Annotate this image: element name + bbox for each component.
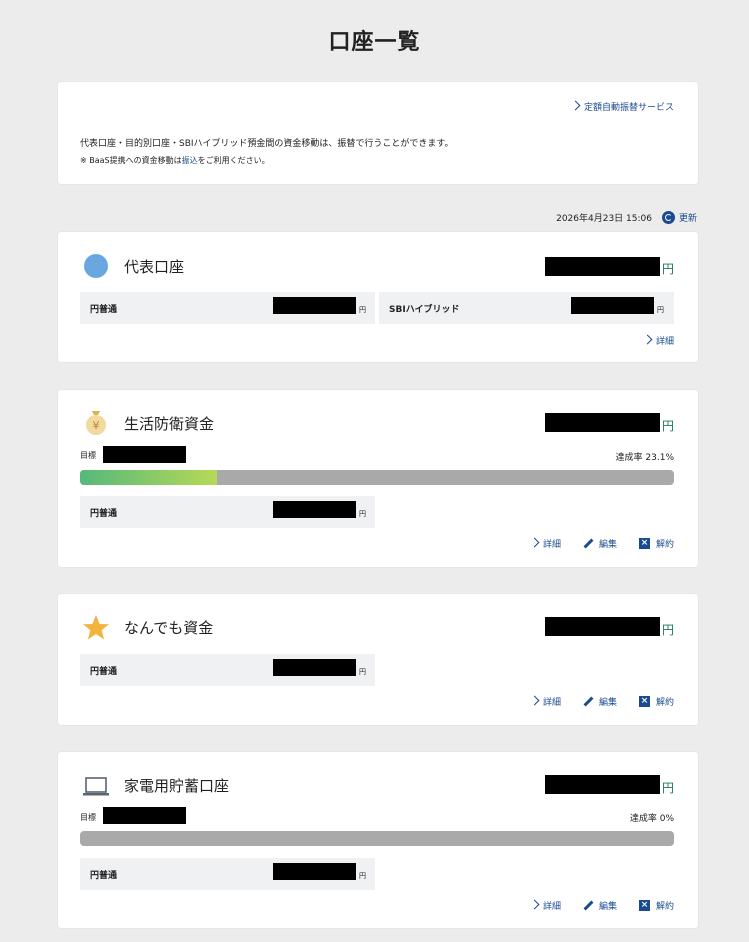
account-name: 代表口座: [124, 258, 185, 276]
goal-redacted: [103, 807, 186, 824]
info-note-prefix: ※ BaaS提携への資金移動は: [80, 156, 182, 165]
cancel-label: 解約: [655, 902, 674, 912]
sub-balance-redacted: [273, 659, 356, 676]
account-card-emergency: ¥ 生活防衛資金 円 目標 達成率 23.1% 円普通 円 詳細 編集 × 解約: [58, 390, 698, 567]
sub-balance-yen: 円: [657, 306, 664, 314]
account-name: なんでも資金: [124, 619, 214, 637]
goal-label: 目標: [80, 451, 96, 460]
laptop-icon: [83, 777, 109, 796]
pencil-icon: [583, 697, 593, 707]
sub-account-yen: 円普通 円: [80, 292, 375, 324]
detail-link[interactable]: 詳細: [642, 334, 674, 347]
info-note-suffix: をご利用ください。: [197, 156, 270, 165]
edit-link[interactable]: 編集: [583, 537, 617, 550]
sub-balance-redacted: [273, 297, 356, 314]
chevron-right-icon: [529, 899, 540, 910]
pencil-icon: [583, 539, 593, 549]
close-box-icon: ×: [638, 696, 650, 707]
account-card-main: 代表口座 円 円普通 円 SBIハイブリッド 円 詳細: [58, 232, 698, 362]
balance-yen: 円: [661, 623, 674, 637]
achievement-rate: 達成率 23.1%: [615, 453, 674, 463]
star-icon: [83, 615, 109, 640]
sub-balance-yen: 円: [359, 306, 366, 314]
account-card-appliance: 家電用貯蓄口座 円 目標 達成率 0% 円普通 円 詳細 編集 × 解約: [58, 752, 698, 928]
goal-redacted: [103, 446, 186, 463]
chevron-right-icon: [529, 695, 540, 706]
balance-redacted: [545, 775, 660, 794]
progress-bar: [80, 470, 674, 485]
account-name: 家電用貯蓄口座: [124, 777, 230, 795]
progress-bar: [80, 831, 674, 846]
cancel-link[interactable]: × 解約: [638, 899, 674, 912]
sub-balance-yen: 円: [359, 668, 366, 676]
sub-balance-redacted: [273, 501, 356, 518]
blue-circle-icon: [84, 254, 108, 278]
balance-redacted: [545, 413, 660, 432]
account-actions: 詳細 編集 × 解約: [529, 899, 674, 912]
cancel-link[interactable]: × 解約: [638, 537, 674, 550]
close-box-icon: ×: [638, 900, 650, 911]
close-box-icon: ×: [638, 538, 650, 549]
cancel-label: 解約: [655, 540, 674, 550]
info-card: 定額自動振替サービス 代表口座・目的別口座・SBIハイブリッド預金間の資金移動は…: [58, 82, 698, 184]
sub-account-label: 円普通: [90, 871, 118, 881]
cancel-link[interactable]: × 解約: [638, 695, 674, 708]
sub-balance-redacted: [273, 863, 356, 880]
detail-link[interactable]: 詳細: [529, 695, 561, 708]
chevron-right-icon: [642, 334, 653, 345]
detail-label: 詳細: [542, 698, 561, 708]
detail-link[interactable]: 詳細: [529, 537, 561, 550]
account-actions: 詳細 編集 × 解約: [529, 537, 674, 550]
edit-label: 編集: [598, 540, 617, 550]
account-card-anything: なんでも資金 円 円普通 円 詳細 編集 × 解約: [58, 594, 698, 725]
edit-label: 編集: [598, 902, 617, 912]
edit-link[interactable]: 編集: [583, 695, 617, 708]
sub-account-label: 円普通: [90, 305, 118, 315]
detail-label: 詳細: [542, 902, 561, 912]
auto-transfer-service-link[interactable]: 定額自動振替サービス: [570, 100, 674, 113]
sub-balance-redacted: [571, 297, 654, 314]
sub-account-yen: 円普通 円: [80, 858, 375, 890]
chevron-right-icon: [529, 537, 540, 548]
auto-transfer-service-label: 定額自動振替サービス: [583, 103, 674, 113]
refresh-button[interactable]: 更新: [679, 211, 697, 224]
furikomi-link[interactable]: 振込: [182, 156, 198, 165]
goal-label: 目標: [80, 813, 96, 822]
refresh-icon[interactable]: [661, 211, 675, 224]
pencil-icon: [583, 901, 593, 911]
account-actions: 詳細 編集 × 解約: [529, 695, 674, 708]
balance-yen: 円: [661, 262, 674, 276]
edit-link[interactable]: 編集: [583, 899, 617, 912]
svg-text:¥: ¥: [93, 419, 100, 432]
sub-account-label: 円普通: [90, 509, 118, 519]
info-note: ※ BaaS提携への資金移動は振込をご利用ください。: [80, 155, 270, 166]
detail-label: 詳細: [655, 337, 674, 347]
progress-fill: [80, 470, 218, 485]
money-bag-icon: ¥: [86, 411, 106, 435]
sub-balance-yen: 円: [359, 510, 366, 518]
update-row: 2026年4月23日 15:06 更新: [556, 211, 697, 224]
sub-balance-yen: 円: [359, 872, 366, 880]
detail-label: 詳細: [542, 540, 561, 550]
sub-account-label: SBIハイブリッド: [389, 305, 460, 315]
update-timestamp: 2026年4月23日 15:06: [556, 214, 652, 224]
info-text: 代表口座・目的別口座・SBIハイブリッド預金間の資金移動は、振替で行うことができ…: [80, 139, 454, 149]
account-name: 生活防衛資金: [124, 415, 215, 433]
sub-account-yen: 円普通 円: [80, 496, 375, 528]
sub-account-label: 円普通: [90, 667, 118, 677]
achievement-rate: 達成率 0%: [629, 814, 674, 824]
page-title: 口座一覧: [328, 30, 421, 55]
sub-account-hybrid: SBIハイブリッド 円: [379, 292, 674, 324]
detail-link[interactable]: 詳細: [529, 899, 561, 912]
edit-label: 編集: [598, 698, 617, 708]
cancel-label: 解約: [655, 698, 674, 708]
chevron-right-icon: [570, 100, 581, 111]
account-actions: 詳細: [642, 334, 674, 347]
balance-yen: 円: [661, 781, 674, 795]
balance-redacted: [545, 257, 660, 276]
balance-yen: 円: [661, 419, 674, 433]
sub-account-yen: 円普通 円: [80, 654, 375, 686]
balance-redacted: [545, 617, 660, 636]
